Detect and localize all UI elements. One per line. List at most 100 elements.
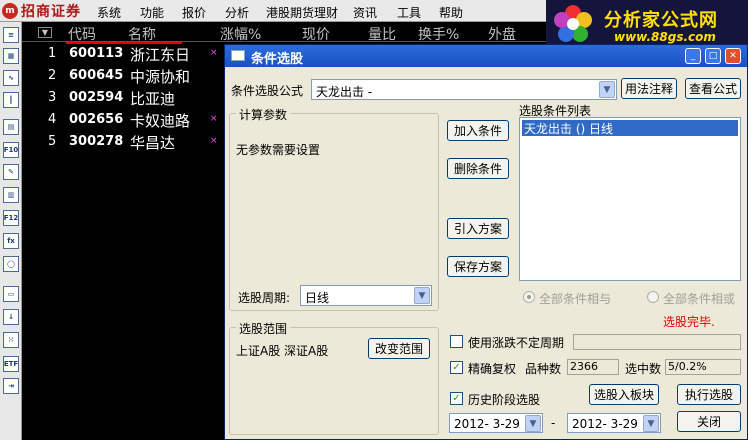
quote-list-icon[interactable]: ≡ bbox=[3, 27, 19, 43]
count-label: 品种数 bbox=[525, 362, 562, 376]
folder-icon[interactable]: ▭ bbox=[3, 286, 19, 302]
formula-icon[interactable]: fx bbox=[3, 233, 19, 249]
column-turnover[interactable]: 换手% bbox=[418, 24, 459, 44]
stock-code: 002656 bbox=[69, 112, 124, 127]
table-row[interactable]: 1 600113 浙江东日 × bbox=[22, 43, 232, 65]
date-separator: - bbox=[551, 416, 556, 430]
all-or-radio[interactable] bbox=[647, 291, 659, 303]
stock-code: 600645 bbox=[69, 68, 124, 83]
table-row[interactable]: 3 002594 比亚迪 bbox=[22, 87, 232, 109]
close-icon[interactable]: ✕ bbox=[725, 48, 741, 64]
column-code[interactable]: 代码 bbox=[68, 24, 96, 44]
date-from-value: 2012- 3-29 bbox=[454, 417, 520, 431]
view-formula-button[interactable]: 查看公式 bbox=[685, 78, 741, 99]
exit-icon[interactable]: ⇥ bbox=[3, 378, 19, 394]
menu-tools[interactable]: 工具 bbox=[397, 4, 421, 21]
notes-icon[interactable]: ✎ bbox=[3, 164, 19, 180]
report-icon[interactable]: ▤ bbox=[3, 119, 19, 135]
add-to-block-button[interactable]: 选股入板块 bbox=[589, 384, 659, 405]
table-row[interactable]: 4 002656 卡奴迪路 × bbox=[22, 109, 232, 131]
all-and-label: 全部条件相与 bbox=[539, 292, 612, 306]
row-mark-icon: × bbox=[210, 114, 218, 124]
menu-analysis[interactable]: 分析 bbox=[225, 4, 249, 21]
change-range-button[interactable]: 改变范围 bbox=[368, 338, 430, 359]
row-index: 2 bbox=[48, 68, 57, 83]
dropdown-arrow-icon[interactable]: ▼ bbox=[38, 27, 52, 38]
maximize-icon[interactable]: □ bbox=[705, 48, 721, 64]
stock-name: 浙江东日 bbox=[130, 46, 191, 64]
row-index: 3 bbox=[48, 90, 57, 105]
menu-quotes[interactable]: 报价 bbox=[182, 4, 206, 21]
import-plan-button[interactable]: 引入方案 bbox=[447, 218, 509, 239]
row-index: 1 bbox=[48, 46, 57, 61]
menu-help[interactable]: 帮助 bbox=[439, 4, 463, 21]
formula-label: 条件选股公式 bbox=[231, 84, 304, 98]
chevron-down-icon[interactable]: ▼ bbox=[414, 287, 430, 304]
f10-icon[interactable]: F10 bbox=[3, 142, 19, 158]
left-toolbar: ≡ ▦ ∿ ┃ ▤ F10 ✎ ▥ F12 fx ◯ ▭ ↓ ⁙ ETF ⇥ bbox=[0, 22, 22, 440]
condition-list-item[interactable]: 天龙出击 () 日线 bbox=[522, 120, 738, 136]
column-price[interactable]: 现价 bbox=[302, 24, 330, 44]
dialog-titlebar[interactable]: 条件选股 _ □ ✕ bbox=[225, 45, 747, 67]
all-and-radio[interactable] bbox=[523, 291, 535, 303]
row-index: 5 bbox=[48, 134, 57, 149]
logo-mark-icon: m bbox=[2, 3, 18, 19]
table-row[interactable]: 5 300278 华昌达 × bbox=[22, 131, 232, 153]
calc-params-title: 计算参数 bbox=[236, 106, 291, 123]
minimize-icon[interactable]: _ bbox=[685, 48, 701, 64]
stock-screener-dialog: 条件选股 _ □ ✕ 条件选股公式 天龙出击 - ▼ 用法注释 查看公式 计算参… bbox=[224, 44, 748, 440]
history-checkbox[interactable]: ✓ bbox=[450, 392, 463, 405]
usage-notes-button[interactable]: 用法注释 bbox=[621, 78, 677, 99]
formula-select-value: 天龙出击 - bbox=[316, 85, 373, 99]
date-from-picker[interactable]: 2012- 3-29 ▼ bbox=[449, 413, 543, 433]
line-chart-icon[interactable]: ∿ bbox=[3, 70, 19, 86]
execute-screening-button[interactable]: 执行选股 bbox=[677, 384, 741, 405]
app-logo-text: 招商证券 bbox=[21, 4, 81, 20]
formula-select[interactable]: 天龙出击 - ▼ bbox=[311, 79, 617, 100]
document-icon[interactable]: ▥ bbox=[3, 187, 19, 203]
menu-news[interactable]: 资讯 bbox=[353, 4, 377, 21]
column-change-pct[interactable]: 涨幅% bbox=[220, 24, 261, 44]
period-select[interactable]: 日线 ▼ bbox=[300, 285, 432, 306]
period-select-value: 日线 bbox=[305, 291, 330, 305]
exact-rights-checkbox[interactable]: ✓ bbox=[450, 361, 463, 374]
range-group: 选股范围 上证A股 深证A股 改变范围 bbox=[229, 320, 439, 435]
chevron-down-icon[interactable]: ▼ bbox=[643, 415, 659, 432]
date-to-picker[interactable]: 2012- 3-29 ▼ bbox=[567, 413, 661, 433]
column-outer-volume[interactable]: 外盘 bbox=[488, 24, 516, 44]
selected-value: 5/0.2% bbox=[665, 359, 741, 375]
column-name[interactable]: 名称 bbox=[128, 24, 156, 44]
menu-functions[interactable]: 功能 bbox=[140, 4, 164, 21]
f12-icon[interactable]: F12 bbox=[3, 210, 19, 226]
row-index: 4 bbox=[48, 112, 57, 127]
save-plan-button[interactable]: 保存方案 bbox=[447, 256, 509, 277]
add-condition-button[interactable]: 加入条件 bbox=[447, 120, 509, 141]
stock-code: 002594 bbox=[69, 90, 124, 105]
dice-icon[interactable]: ⁙ bbox=[3, 332, 19, 348]
app-logo: m 招商证券 bbox=[2, 2, 81, 20]
menu-hk-futures[interactable]: 港股期货理财 bbox=[266, 4, 338, 21]
close-button[interactable]: 关闭 bbox=[677, 411, 741, 432]
grid-icon[interactable]: ▦ bbox=[3, 48, 19, 64]
sort-icon[interactable]: ↓ bbox=[3, 309, 19, 325]
candlestick-icon[interactable]: ┃ bbox=[3, 92, 19, 108]
stock-code: 600113 bbox=[69, 46, 124, 61]
watermark-banner: 分析家公式网 www.88gs.com bbox=[546, 0, 748, 48]
uncertain-period-field bbox=[573, 334, 741, 350]
chevron-down-icon[interactable]: ▼ bbox=[599, 81, 615, 98]
table-row[interactable]: 2 600645 中源协和 bbox=[22, 65, 232, 87]
search-icon[interactable]: ◯ bbox=[3, 256, 19, 272]
all-or-label: 全部条件相或 bbox=[663, 292, 736, 306]
menu-system[interactable]: 系统 bbox=[97, 4, 121, 21]
stock-name: 华昌达 bbox=[130, 134, 176, 152]
use-uncertain-checkbox[interactable] bbox=[450, 335, 463, 348]
chevron-down-icon[interactable]: ▼ bbox=[525, 415, 541, 432]
etf-icon[interactable]: ETF bbox=[3, 356, 19, 372]
delete-condition-button[interactable]: 删除条件 bbox=[447, 158, 509, 179]
exact-rights-label: 精确复权 bbox=[468, 362, 517, 376]
history-label: 历史阶段选股 bbox=[468, 393, 541, 407]
flower-logo-icon bbox=[554, 5, 592, 42]
column-volume-ratio[interactable]: 量比 bbox=[368, 24, 396, 44]
condition-list[interactable]: 天龙出击 () 日线 bbox=[519, 117, 741, 281]
count-value: 2366 bbox=[567, 359, 619, 375]
